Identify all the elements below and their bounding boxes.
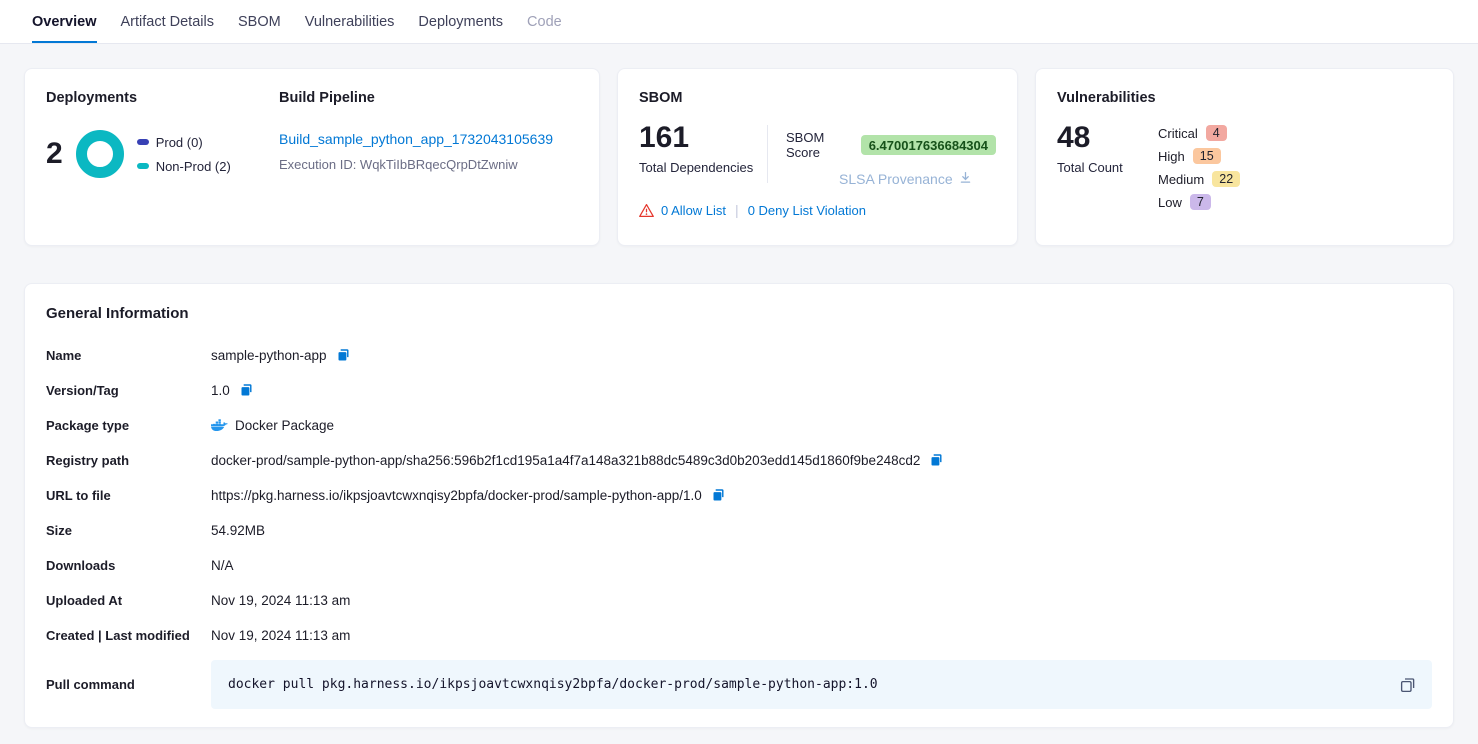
url-to-file-label: URL to file <box>46 488 211 503</box>
severity-row-critical: Critical 4 <box>1158 125 1240 141</box>
uploaded-at-value: Nov 19, 2024 11:13 am <box>211 593 350 608</box>
row-registry-path: Registry path docker-prod/sample-python-… <box>46 450 1432 471</box>
sbom-total-label: Total Dependencies <box>639 160 767 175</box>
legend-item-prod: Prod (0) <box>137 135 231 150</box>
row-created-modified: Created | Last modified Nov 19, 2024 11:… <box>46 625 1432 646</box>
tab-artifact-details[interactable]: Artifact Details <box>121 0 214 43</box>
copy-version-icon[interactable] <box>239 383 254 398</box>
created-modified-label: Created | Last modified <box>46 628 211 643</box>
prod-legend-dot <box>137 139 149 145</box>
version-tag-label: Version/Tag <box>46 383 211 398</box>
copy-pull-command-icon[interactable] <box>1399 676 1417 694</box>
nonprod-legend-dot <box>137 163 149 169</box>
name-value: sample-python-app <box>211 348 327 363</box>
severity-row-medium: Medium 22 <box>1158 171 1240 187</box>
url-to-file-value: https://pkg.harness.io/ikpsjoavtcwxnqisy… <box>211 488 702 503</box>
row-url-to-file: URL to file https://pkg.harness.io/ikpsj… <box>46 485 1432 506</box>
sbom-score-badge: 6.470017636684304 <box>861 135 996 155</box>
row-downloads: Downloads N/A <box>46 555 1432 576</box>
deployments-title: Deployments <box>46 90 278 106</box>
sbom-card: SBOM 161 Total Dependencies SBOM Score 6… <box>617 68 1018 246</box>
severity-row-low: Low 7 <box>1158 194 1240 210</box>
general-information-title: General Information <box>46 305 1432 322</box>
execution-id: Execution ID: WqkTiIbBRqecQrpDtZwniw <box>279 157 553 172</box>
sbom-score-label: SBOM Score <box>786 130 852 160</box>
severity-badge-medium: 22 <box>1212 171 1240 187</box>
registry-path-label: Registry path <box>46 453 211 468</box>
sbom-total-block: 161 Total Dependencies <box>639 123 767 187</box>
row-size: Size 54.92MB <box>46 520 1432 541</box>
tab-code: Code <box>527 0 562 43</box>
row-package-type: Package type Docker Package <box>46 415 1432 436</box>
severity-label-high: High <box>1158 149 1185 164</box>
copy-name-icon[interactable] <box>336 348 351 363</box>
deployments-section: Deployments 2 Prod (0) Non-Prod (2) <box>46 90 278 224</box>
row-name: Name sample-python-app <box>46 345 1432 366</box>
pull-command-value: docker pull pkg.harness.io/ikpsjoavtcwxn… <box>228 677 878 692</box>
download-icon <box>959 171 972 187</box>
name-label: Name <box>46 348 211 363</box>
size-value: 54.92MB <box>211 523 265 538</box>
severity-label-critical: Critical <box>1158 126 1198 141</box>
vulnerabilities-total-count: 48 <box>1057 123 1158 153</box>
slsa-provenance-link[interactable]: SLSA Provenance <box>839 171 996 187</box>
row-version-tag: Version/Tag 1.0 <box>46 380 1432 401</box>
deployments-donut-chart <box>76 130 124 178</box>
links-divider: | <box>735 202 739 218</box>
build-pipeline-section: Build Pipeline Build_sample_python_app_1… <box>278 90 553 224</box>
vulnerabilities-card: Vulnerabilities 48 Total Count Critical … <box>1035 68 1454 246</box>
severity-badge-high: 15 <box>1193 148 1221 164</box>
size-label: Size <box>46 523 211 538</box>
version-tag-value: 1.0 <box>211 383 230 398</box>
package-type-value: Docker Package <box>235 418 334 433</box>
slsa-provenance-label: SLSA Provenance <box>839 171 953 187</box>
severity-label-medium: Medium <box>1158 172 1204 187</box>
summary-cards-row: Deployments 2 Prod (0) Non-Prod (2) Buil… <box>24 68 1454 246</box>
deny-list-violation-link[interactable]: 0 Deny List Violation <box>748 203 866 218</box>
uploaded-at-label: Uploaded At <box>46 593 211 608</box>
docker-icon <box>211 419 228 432</box>
severity-badge-critical: 4 <box>1206 125 1227 141</box>
vulnerabilities-total-label: Total Count <box>1057 160 1158 175</box>
deployments-count: 2 <box>46 139 63 169</box>
tab-bar: Overview Artifact Details SBOM Vulnerabi… <box>0 0 1478 44</box>
vulnerabilities-title: Vulnerabilities <box>1057 90 1432 106</box>
tab-deployments[interactable]: Deployments <box>418 0 503 43</box>
downloads-label: Downloads <box>46 558 211 573</box>
warning-icon <box>639 204 654 217</box>
severity-badge-low: 7 <box>1190 194 1211 210</box>
legend-item-nonprod: Non-Prod (2) <box>137 159 231 174</box>
registry-path-value: docker-prod/sample-python-app/sha256:596… <box>211 453 920 468</box>
general-information-card: General Information Name sample-python-a… <box>24 283 1454 728</box>
allow-list-link[interactable]: 0 Allow List <box>661 203 726 218</box>
tab-overview[interactable]: Overview <box>32 0 97 43</box>
deployments-card: Deployments 2 Prod (0) Non-Prod (2) Buil… <box>24 68 600 246</box>
package-type-label: Package type <box>46 418 211 433</box>
build-pipeline-title: Build Pipeline <box>279 90 553 106</box>
tab-vulnerabilities[interactable]: Vulnerabilities <box>305 0 395 43</box>
created-modified-value: Nov 19, 2024 11:13 am <box>211 628 350 643</box>
build-pipeline-link[interactable]: Build_sample_python_app_1732043105639 <box>279 131 553 147</box>
nonprod-legend-label: Non-Prod (2) <box>156 159 231 174</box>
severity-row-high: High 15 <box>1158 148 1240 164</box>
sbom-divider <box>767 125 768 183</box>
sbom-score-block: SBOM Score 6.470017636684304 SLSA Proven… <box>786 123 996 187</box>
prod-legend-label: Prod (0) <box>156 135 203 150</box>
sbom-title: SBOM <box>639 90 996 106</box>
copy-url-icon[interactable] <box>711 488 726 503</box>
pull-command-label: Pull command <box>46 677 211 692</box>
tab-sbom[interactable]: SBOM <box>238 0 281 43</box>
severity-list: Critical 4 High 15 Medium 22 Low 7 <box>1158 123 1240 210</box>
vulnerabilities-total-block: 48 Total Count <box>1057 123 1158 210</box>
row-uploaded-at: Uploaded At Nov 19, 2024 11:13 am <box>46 590 1432 611</box>
copy-registry-path-icon[interactable] <box>929 453 944 468</box>
downloads-value: N/A <box>211 558 234 573</box>
pull-command-box: docker pull pkg.harness.io/ikpsjoavtcwxn… <box>211 660 1432 709</box>
row-pull-command: Pull command docker pull pkg.harness.io/… <box>46 660 1432 709</box>
sbom-total-count: 161 <box>639 123 767 153</box>
deployments-legend: Prod (0) Non-Prod (2) <box>137 135 231 174</box>
severity-label-low: Low <box>1158 195 1182 210</box>
